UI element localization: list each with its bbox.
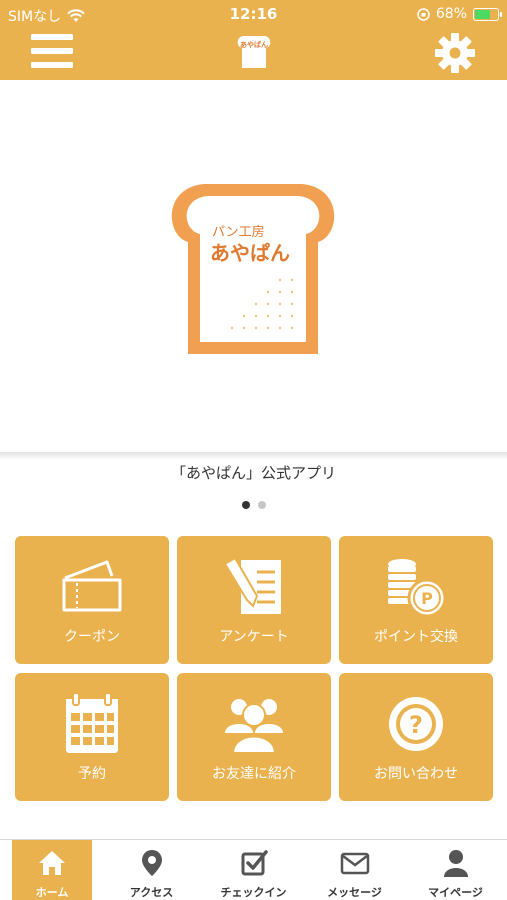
battery-level-fill bbox=[475, 9, 490, 19]
contact-tile[interactable]: ? お問い合わせ bbox=[339, 673, 493, 801]
contact-label: お問い合わせ bbox=[374, 766, 458, 782]
refer-friend-label: お友達に紹介 bbox=[212, 766, 296, 782]
hero-divider bbox=[0, 452, 507, 460]
page-dot-1[interactable] bbox=[241, 501, 250, 509]
people-icon bbox=[225, 699, 283, 754]
tab-mypage[interactable]: マイページ bbox=[405, 840, 506, 900]
hero-logo-line2: あやぱん bbox=[210, 241, 290, 265]
point-exchange-tile[interactable]: P ポイント交換 bbox=[339, 536, 493, 664]
bakery-logo: パン工房 あやぱん bbox=[171, 184, 335, 354]
battery-percent: 68% bbox=[435, 6, 467, 22]
survey-pencil-icon bbox=[223, 556, 281, 614]
page-indicator[interactable] bbox=[0, 501, 507, 509]
reservation-tile[interactable]: 予約 bbox=[15, 673, 169, 801]
tab-message-label: メッセージ bbox=[327, 886, 382, 899]
checkin-icon bbox=[241, 850, 268, 876]
tab-access[interactable]: アクセス bbox=[101, 840, 202, 900]
battery-charging-icon bbox=[473, 7, 502, 21]
map-pin-icon bbox=[141, 850, 162, 876]
coupon-label: クーポン bbox=[64, 629, 120, 645]
survey-tile[interactable]: アンケート bbox=[177, 536, 331, 664]
header-logo-text: あやぱん bbox=[240, 40, 268, 49]
home-icon bbox=[39, 851, 65, 875]
app-title: 「あやぱん」公式アプリ bbox=[170, 464, 336, 482]
svg-text:P: P bbox=[421, 589, 433, 608]
tab-mypage-label: マイページ bbox=[428, 886, 483, 899]
ticket-icon bbox=[62, 560, 122, 612]
orientation-lock-icon bbox=[417, 7, 430, 21]
point-exchange-label: ポイント交換 bbox=[374, 629, 458, 645]
reservation-label: 予約 bbox=[78, 766, 106, 782]
refer-friend-tile[interactable]: お友達に紹介 bbox=[177, 673, 331, 801]
tab-checkin[interactable]: チェックイン bbox=[203, 840, 304, 900]
hero-area: パン工房 あやぱん bbox=[0, 80, 507, 458]
hamburger-menu-icon[interactable] bbox=[31, 34, 73, 68]
header-logo: あやぱん bbox=[237, 36, 271, 68]
question-icon: ? bbox=[389, 697, 443, 751]
user-icon bbox=[443, 850, 468, 877]
svg-text:?: ? bbox=[409, 711, 423, 739]
page-dot-2[interactable] bbox=[257, 501, 266, 509]
gear-icon[interactable] bbox=[434, 32, 476, 74]
tab-access-label: アクセス bbox=[129, 886, 174, 899]
coupon-tile[interactable]: クーポン bbox=[15, 536, 169, 664]
bottom-tab-bar: ホーム アクセス チェックイン メッセージ マイページ bbox=[0, 839, 507, 900]
status-bar: SIMなし 12:16 68% bbox=[0, 0, 507, 28]
coins-point-icon: P bbox=[388, 559, 447, 618]
survey-label: アンケート bbox=[219, 629, 289, 645]
tab-message[interactable]: メッセージ bbox=[304, 840, 405, 900]
hero-logo-line1: パン工房 bbox=[212, 224, 265, 240]
app-header: SIMなし 12:16 68% あやぱん bbox=[0, 0, 507, 80]
tab-checkin-label: チェックイン bbox=[220, 886, 287, 899]
tab-home-label: ホーム bbox=[35, 886, 69, 899]
envelope-icon bbox=[340, 852, 369, 875]
calendar-icon bbox=[66, 693, 118, 753]
tab-home[interactable]: ホーム bbox=[12, 840, 92, 900]
